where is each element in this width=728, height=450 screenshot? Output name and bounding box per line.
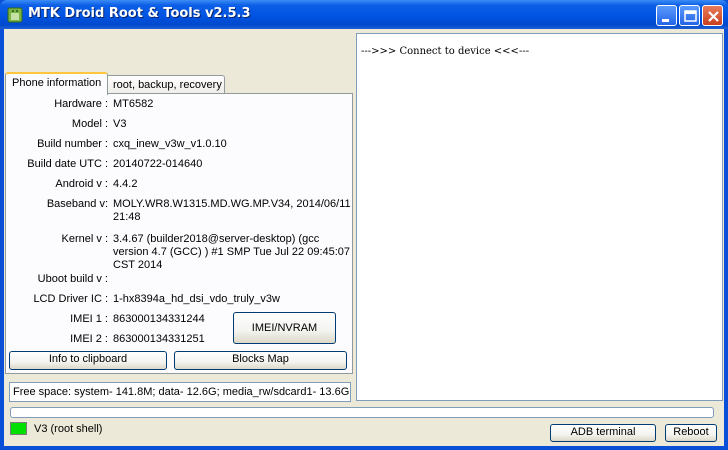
tab-phone-information[interactable]: Phone information	[5, 72, 109, 95]
build-date-value: 20140722-014640	[113, 158, 203, 170]
lcd-driver-label: LCD Driver IC :	[33, 293, 108, 305]
free-space-field: Free space: system- 141.8M; data- 12.6G;…	[9, 382, 351, 402]
maximize-button[interactable]	[679, 5, 700, 26]
build-number-value: cxq_inew_v3w_v1.0.10	[113, 138, 227, 150]
title-bar[interactable]: MTK Droid Root & Tools v2.5.3	[0, 0, 728, 29]
phone-information-panel: Hardware : MT6582 Model : V3 Build numbe…	[5, 93, 353, 374]
imei-nvram-button[interactable]: IMEI/NVRAM	[233, 312, 336, 344]
android-version-value: 4.4.2	[113, 178, 138, 190]
log-output-panel[interactable]: --->>> Connect to device <<<---	[356, 33, 723, 401]
android-app-icon	[7, 7, 23, 23]
device-status-label: V3 (root shell)	[34, 423, 103, 435]
client-area: Phone information root, backup, recovery…	[4, 29, 724, 446]
model-value: V3	[113, 118, 127, 130]
reboot-button[interactable]: Reboot	[665, 424, 717, 442]
baseband-label: Baseband v:	[46, 198, 108, 210]
log-message: --->>> Connect to device <<<---	[361, 46, 530, 57]
minimize-icon	[662, 19, 669, 22]
close-icon	[708, 11, 719, 22]
progress-bar	[10, 407, 714, 418]
info-to-clipboard-button[interactable]: Info to clipboard	[9, 351, 167, 370]
baseband-value: MOLY.WR8.W1315.MD.WG.MP.V34, 2014/06/11 …	[113, 198, 351, 223]
imei2-label: IMEI 2 :	[70, 333, 108, 345]
build-date-label: Build date UTC :	[27, 158, 108, 170]
android-version-label: Android v :	[55, 178, 108, 190]
uboot-label: Uboot build v :	[37, 273, 108, 285]
model-label: Model :	[71, 118, 108, 130]
window-title: MTK Droid Root & Tools v2.5.3	[28, 6, 251, 21]
tab-control: Phone information root, backup, recovery…	[4, 29, 354, 374]
hardware-value: MT6582	[113, 98, 154, 110]
kernel-label: Kernel v :	[61, 233, 108, 245]
lcd-driver-value: 1-hx8394a_hd_dsi_vdo_truly_v3w	[113, 293, 280, 305]
blocks-map-button[interactable]: Blocks Map	[174, 351, 347, 370]
imei1-label: IMEI 1 :	[70, 313, 108, 325]
app-window: MTK Droid Root & Tools v2.5.3 Phone info…	[0, 0, 728, 450]
kernel-value: 3.4.67 (builder2018@server-desktop) (gcc…	[113, 233, 351, 271]
maximize-icon	[684, 10, 697, 22]
adb-terminal-button[interactable]: ADB terminal	[550, 424, 656, 442]
build-number-label: Build number :	[37, 138, 108, 150]
hardware-label: Hardware :	[54, 98, 108, 110]
close-button[interactable]	[702, 5, 723, 26]
minimize-button[interactable]	[656, 5, 677, 26]
connection-status-indicator	[10, 422, 27, 435]
